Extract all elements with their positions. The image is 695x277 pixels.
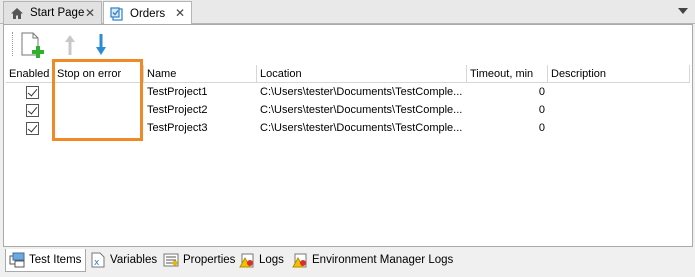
enabled-checkbox[interactable] — [26, 122, 39, 135]
tab-properties[interactable]: Properties — [160, 249, 238, 271]
table-row[interactable]: TestProject3 C:\Users\tester\Documents\Te… — [6, 119, 690, 137]
arrow-up-icon — [65, 35, 75, 55]
svg-text:x: x — [94, 258, 100, 268]
tab-variables-label: Variables — [110, 254, 158, 266]
tab-properties-label: Properties — [183, 254, 236, 266]
grid-header: Enabled Stop on error Name Location Time… — [6, 65, 690, 83]
enabled-cell — [6, 101, 54, 119]
stop-on-error-cell — [54, 101, 144, 119]
stop-on-error-cell — [54, 119, 144, 137]
orders-panel: Enabled Stop on error Name Location Time… — [3, 24, 693, 247]
col-name-header[interactable]: Name — [144, 65, 257, 83]
name-cell[interactable]: TestProject3 — [144, 119, 257, 137]
document-tab-bar: Start Page ✕ Orders ✕ — [0, 0, 695, 25]
close-icon[interactable]: ✕ — [175, 6, 185, 20]
tab-test-items[interactable]: Test Items — [5, 249, 86, 272]
stop-on-error-cell — [54, 83, 144, 101]
tab-logs-label: Logs — [259, 254, 284, 266]
timeout-cell[interactable]: 0 — [467, 119, 548, 137]
tab-test-items-label: Test Items — [29, 254, 82, 266]
tab-start-page[interactable]: Start Page ✕ — [3, 1, 102, 24]
enabled-checkbox[interactable] — [26, 104, 39, 117]
logs-icon — [239, 253, 254, 268]
table-row[interactable]: TestProject1 C:\Users\tester\Documents\Te… — [6, 83, 690, 101]
home-icon — [11, 7, 23, 19]
bottom-tab-bar: Test Items x Variables Properties Logs E… — [0, 248, 695, 277]
location-cell[interactable]: C:\Users\tester\Documents\TestComple... — [257, 83, 467, 101]
tab-environment-manager-logs-label: Environment Manager Logs — [312, 254, 454, 266]
col-description-header[interactable]: Description — [548, 65, 690, 83]
location-cell[interactable]: C:\Users\tester\Documents\TestComple... — [257, 101, 467, 119]
tab-environment-manager-logs[interactable]: Environment Manager Logs — [289, 249, 456, 271]
tab-list-dropdown-icon[interactable] — [678, 8, 688, 14]
tab-start-page-label: Start Page — [30, 7, 85, 19]
col-timeout-header[interactable]: Timeout, min — [467, 65, 548, 83]
description-cell[interactable] — [548, 119, 690, 137]
toolbar-grip — [12, 32, 13, 56]
location-cell[interactable]: C:\Users\tester\Documents\TestComple... — [257, 119, 467, 137]
name-cell[interactable]: TestProject1 — [144, 83, 257, 101]
tab-variables[interactable]: x Variables — [87, 249, 160, 271]
add-item-button[interactable] — [19, 29, 47, 59]
enabled-checkbox[interactable] — [26, 86, 39, 99]
timeout-cell[interactable]: 0 — [467, 101, 548, 119]
orders-icon — [110, 6, 123, 21]
col-location-header[interactable]: Location — [257, 65, 467, 83]
col-stop-on-error-header[interactable]: Stop on error — [54, 65, 144, 83]
tab-orders[interactable]: Orders ✕ — [103, 1, 192, 25]
tab-logs[interactable]: Logs — [236, 249, 287, 271]
move-down-button[interactable] — [87, 29, 115, 59]
test-items-grid: Enabled Stop on error Name Location Time… — [6, 65, 690, 137]
enabled-cell — [6, 119, 54, 137]
timeout-cell[interactable]: 0 — [467, 83, 548, 101]
env-logs-icon — [292, 253, 307, 268]
close-icon[interactable]: ✕ — [85, 6, 95, 20]
description-cell[interactable] — [548, 83, 690, 101]
tab-orders-label: Orders — [130, 7, 166, 20]
test-items-icon — [9, 252, 25, 268]
arrow-down-icon — [96, 34, 106, 55]
toolbar — [4, 25, 692, 63]
properties-icon — [163, 253, 179, 267]
variables-icon: x — [91, 252, 105, 268]
move-up-button[interactable] — [56, 29, 84, 59]
table-row[interactable]: TestProject2 C:\Users\tester\Documents\Te… — [6, 101, 690, 119]
description-cell[interactable] — [548, 101, 690, 119]
enabled-cell — [6, 83, 54, 101]
name-cell[interactable]: TestProject2 — [144, 101, 257, 119]
col-enabled-header[interactable]: Enabled — [6, 65, 54, 83]
new-item-icon — [21, 32, 44, 58]
